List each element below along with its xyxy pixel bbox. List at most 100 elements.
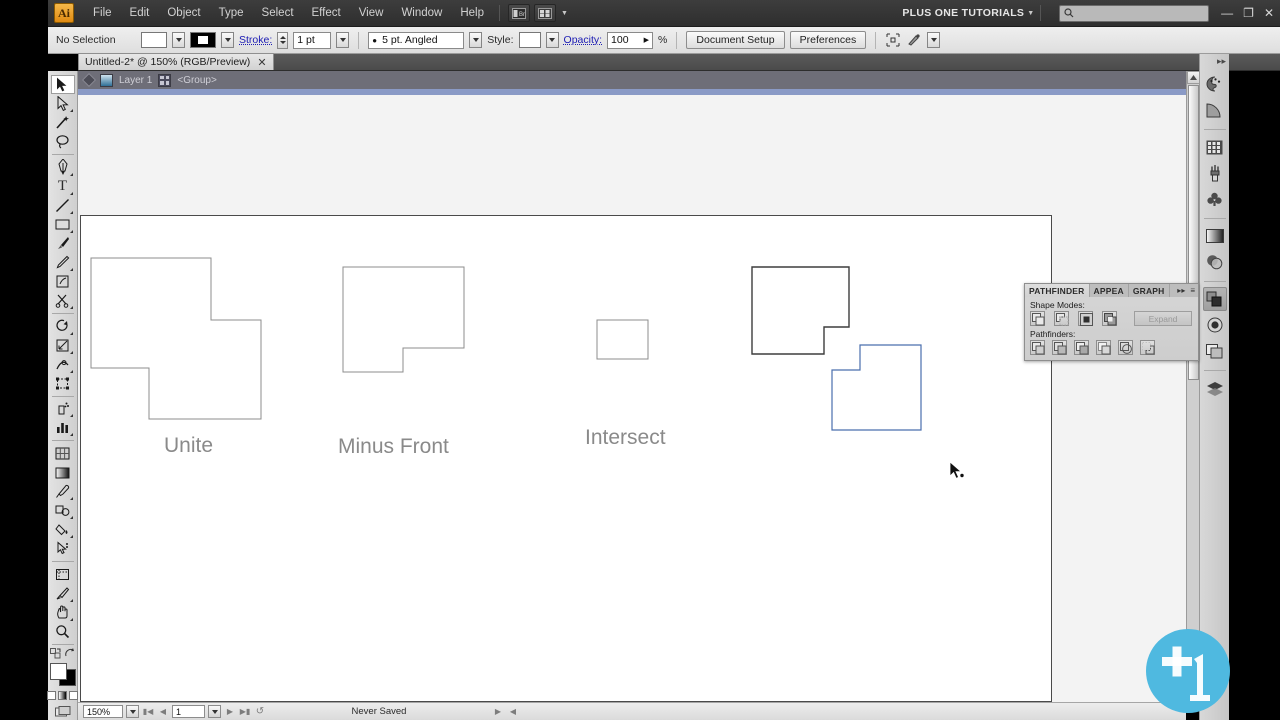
stroke-weight-field[interactable]: 1 pt xyxy=(293,31,332,49)
blob-brush-tool[interactable] xyxy=(51,272,75,291)
minus-front-button[interactable] xyxy=(1054,311,1069,326)
slice-tool[interactable] xyxy=(51,584,75,603)
hand-tool[interactable] xyxy=(51,603,75,622)
intersect-button[interactable] xyxy=(1078,311,1093,326)
unite-result-shape[interactable] xyxy=(90,257,262,420)
outline-button[interactable] xyxy=(1118,340,1133,355)
opacity-field[interactable]: 100 ▶ xyxy=(607,31,654,49)
workspace-caret-icon[interactable]: ▼ xyxy=(1027,10,1034,17)
tab-pathfinder[interactable]: PATHFINDER xyxy=(1025,284,1090,297)
trim-button[interactable] xyxy=(1052,340,1067,355)
target-indicator-icon[interactable] xyxy=(81,72,97,88)
appearance-panel-icon[interactable] xyxy=(1203,313,1227,337)
intersect-result-shape[interactable] xyxy=(596,319,649,360)
panel-collapse-icon[interactable]: ▸▸ xyxy=(1177,286,1185,295)
tab-graphic-styles[interactable]: GRAPH xyxy=(1129,284,1170,297)
group-name-label[interactable]: <Group> xyxy=(177,75,216,86)
fill-color-box[interactable] xyxy=(49,662,67,680)
workspace-switcher[interactable]: PLUS ONE TUTORIALS xyxy=(902,7,1024,19)
pen-tool[interactable] xyxy=(51,158,75,177)
first-page-icon[interactable]: ▮◀ xyxy=(142,705,154,718)
pencil-tool[interactable] xyxy=(51,253,75,272)
fill-dropdown-icon[interactable] xyxy=(172,32,185,48)
minus-front-result-shape[interactable] xyxy=(342,266,465,373)
menu-item-window[interactable]: Window xyxy=(392,3,451,23)
menu-item-object[interactable]: Object xyxy=(158,3,209,23)
pathfinder-panel[interactable]: PATHFINDER APPEA GRAPH ▸▸ ≡ Shape Modes:… xyxy=(1024,283,1199,361)
width-tool[interactable] xyxy=(51,355,75,374)
next-page-icon[interactable]: ▶ xyxy=(224,705,236,718)
maximize-button[interactable]: ❐ xyxy=(1243,6,1254,20)
menu-item-select[interactable]: Select xyxy=(253,3,303,23)
document-tab[interactable]: Untitled-2* @ 150% (RGB/Preview) ✕ xyxy=(78,53,274,70)
crop-button[interactable] xyxy=(1096,340,1111,355)
rotate-tool[interactable] xyxy=(51,317,75,336)
minus-back-result-shape[interactable] xyxy=(751,266,850,355)
divide-button[interactable] xyxy=(1030,340,1045,355)
transform-options-icon[interactable] xyxy=(906,32,922,48)
gradient-tool[interactable] xyxy=(51,463,75,482)
layers-panel-icon[interactable] xyxy=(1203,376,1227,400)
symbol-sprayer-tool[interactable] xyxy=(51,399,75,418)
arrange-caret-icon[interactable]: ▼ xyxy=(561,10,568,17)
close-button[interactable]: ✕ xyxy=(1264,6,1274,20)
color-guide-panel-icon[interactable] xyxy=(1203,98,1227,122)
menu-item-effect[interactable]: Effect xyxy=(303,3,350,23)
pathfinder-panel-icon[interactable] xyxy=(1202,287,1227,311)
brush-definition-field[interactable]: ● 5 pt. Angled xyxy=(368,31,465,49)
dock-collapse-icon[interactable]: ▸▸ xyxy=(1217,56,1226,67)
gradient-button[interactable] xyxy=(58,691,67,701)
align-to-selection-icon[interactable] xyxy=(885,32,901,48)
rectangle-tool[interactable] xyxy=(51,215,75,234)
canvas-vertical-scrollbar[interactable] xyxy=(1186,71,1200,702)
scissors-tool[interactable] xyxy=(51,291,75,310)
selection-tool[interactable] xyxy=(50,75,75,95)
page-number-field[interactable]: 1 xyxy=(172,705,205,718)
color-button[interactable] xyxy=(47,691,56,701)
merge-button[interactable] xyxy=(1074,340,1089,355)
exclude-button[interactable] xyxy=(1102,311,1117,326)
zoom-tool[interactable] xyxy=(51,622,75,641)
brushes-panel-icon[interactable] xyxy=(1203,161,1227,185)
paintbrush-tool[interactable] xyxy=(51,234,75,253)
bridge-icon[interactable]: Br xyxy=(508,4,530,22)
status-menu-icon[interactable]: ▶ xyxy=(492,705,504,718)
color-panel-icon[interactable] xyxy=(1203,72,1227,96)
gradient-panel-icon[interactable] xyxy=(1203,224,1227,248)
swatches-panel-icon[interactable] xyxy=(1203,135,1227,159)
lasso-tool[interactable] xyxy=(51,132,75,151)
expand-button[interactable]: Expand xyxy=(1134,311,1192,326)
default-fill-stroke-icon[interactable] xyxy=(64,647,75,659)
eyedropper-tool[interactable] xyxy=(51,482,75,501)
page-number-dropdown-icon[interactable] xyxy=(208,705,221,718)
graphic-styles-panel-icon[interactable] xyxy=(1203,339,1227,363)
panel-menu-icon[interactable]: ≡ xyxy=(1190,286,1195,295)
status-resize-icon[interactable]: ◀ xyxy=(507,705,519,718)
transparency-panel-icon[interactable] xyxy=(1203,250,1227,274)
mesh-tool[interactable] xyxy=(51,444,75,463)
arrange-documents-icon[interactable] xyxy=(534,4,556,22)
minimize-button[interactable]: — xyxy=(1221,6,1233,20)
layer-name-label[interactable]: Layer 1 xyxy=(119,75,152,86)
preferences-button[interactable]: Preferences xyxy=(789,31,867,49)
zoom-level-dropdown-icon[interactable] xyxy=(126,705,139,718)
opacity-stepper-icon[interactable]: ▶ xyxy=(644,36,649,44)
scale-tool[interactable] xyxy=(51,336,75,355)
fill-stroke-indicator[interactable] xyxy=(49,662,76,687)
symbols-panel-icon[interactable] xyxy=(1203,187,1227,211)
last-page-icon[interactable]: ▶▮ xyxy=(239,705,251,718)
line-segment-tool[interactable] xyxy=(51,196,75,215)
brush-definition-dropdown-icon[interactable] xyxy=(469,32,483,48)
menu-item-file[interactable]: File xyxy=(84,3,121,23)
fill-swatch[interactable] xyxy=(141,32,167,48)
blend-tool[interactable] xyxy=(51,501,75,520)
search-input[interactable] xyxy=(1059,4,1210,22)
artboard-tool[interactable] xyxy=(51,565,75,584)
menu-item-view[interactable]: View xyxy=(350,3,393,23)
stroke-dropdown-icon[interactable] xyxy=(221,32,234,48)
stroke-label[interactable]: Stroke: xyxy=(239,34,272,46)
menu-item-edit[interactable]: Edit xyxy=(121,3,159,23)
column-graph-tool[interactable] xyxy=(51,418,75,437)
previous-page-icon[interactable]: ◀ xyxy=(157,705,169,718)
free-transform-tool[interactable] xyxy=(51,374,75,393)
